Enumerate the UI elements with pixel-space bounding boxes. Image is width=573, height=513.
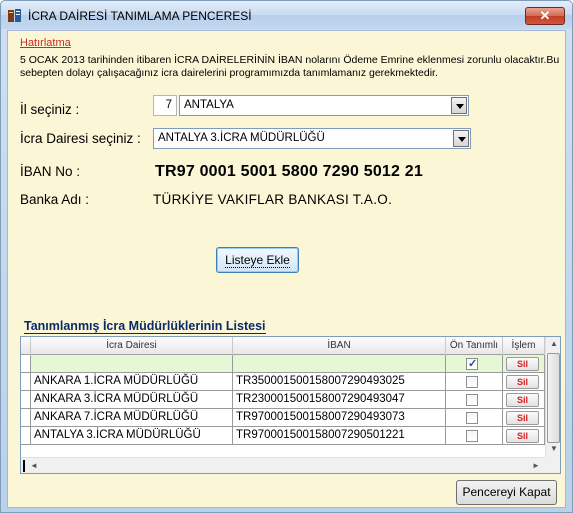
cell-default [446,427,503,445]
col-header-default[interactable]: Ön Tanımlı [446,337,503,355]
cell-office[interactable]: ANTALYA 3.İCRA MÜDÜRLÜĞÜ [31,427,233,445]
reminder-label: Hatırlatma [20,37,71,49]
row-indicator [21,355,31,373]
cell-action: Sil [503,409,545,427]
col-header-office[interactable]: İcra Dairesi [31,337,233,355]
cell-default [446,391,503,409]
title-bar: İCRA DAİRESİ TANIMLAMA PENCERESİ ✕ [1,1,572,29]
default-checkbox[interactable] [466,412,478,424]
cell-default [446,409,503,427]
cell-office[interactable] [31,355,233,373]
chevron-down-icon[interactable] [451,97,467,114]
reminder-text: 5 OCAK 2013 tarihinden itibaren İCRA DAİ… [20,54,560,79]
row-indicator [21,427,31,445]
close-icon[interactable]: ✕ [525,7,565,25]
delete-button[interactable]: Sil [506,357,539,371]
grid-header: İcra Dairesi İBAN Ön Tanımlı İşlem [21,337,545,355]
scrollbar-corner [545,457,560,473]
cell-office[interactable]: ANKARA 1.İCRA MÜDÜRLÜĞÜ [31,373,233,391]
row-indicator [21,409,31,427]
table-row[interactable]: ANKARA 1.İCRA MÜDÜRLÜĞÜ TR35000150015800… [21,373,545,391]
cell-office[interactable]: ANKARA 7.İCRA MÜDÜRLÜĞÜ [31,409,233,427]
delete-button[interactable]: Sil [506,429,539,443]
header-indicator [21,337,31,355]
col-header-action[interactable]: İşlem [503,337,545,355]
bank-value: TÜRKİYE VAKIFLAR BANKASI T.A.O. [153,192,393,207]
col-header-iban[interactable]: İBAN [233,337,446,355]
city-code-field[interactable]: 7 [153,95,177,116]
vertical-scroll-thumb[interactable] [547,353,560,443]
vertical-scrollbar[interactable]: ▲ ▼ [545,337,560,457]
city-select[interactable]: ANTALYA [179,95,469,116]
list-title: Tanımlanmış İcra Müdürlüklerinin Listesi [24,319,266,334]
app-icon [8,9,21,22]
cell-default [446,373,503,391]
cell-iban[interactable]: TR970001500158007290493073 [233,409,446,427]
cell-action: Sil [503,355,545,373]
default-checkbox[interactable] [466,430,478,442]
office-list-grid: İcra Dairesi İBAN Ön Tanımlı İşlem Sil A… [20,336,561,474]
cell-default [446,355,503,373]
default-checkbox[interactable] [466,376,478,388]
delete-button[interactable]: Sil [506,411,539,425]
cell-action: Sil [503,373,545,391]
default-checkbox[interactable] [466,394,478,406]
table-row-new[interactable]: Sil [21,355,545,373]
window-title: İCRA DAİRESİ TANIMLAMA PENCERESİ [28,9,252,23]
cell-action: Sil [503,391,545,409]
chevron-down-icon[interactable] [453,130,469,147]
city-select-value: ANTALYA [184,99,234,111]
cell-iban[interactable] [233,355,446,373]
scroll-left-icon[interactable]: ◄ [30,461,38,470]
table-row[interactable]: ANKARA 7.İCRA MÜDÜRLÜĞÜ TR97000150015800… [21,409,545,427]
cell-iban[interactable]: TR350001500158007290493025 [233,373,446,391]
table-row[interactable]: ANTALYA 3.İCRA MÜDÜRLÜĞÜ TR9700015001580… [21,427,545,445]
row-indicator [21,391,31,409]
delete-button[interactable]: Sil [506,393,539,407]
delete-button[interactable]: Sil [506,375,539,389]
main-panel: Hatırlatma 5 OCAK 2013 tarihinden itibar… [7,30,566,508]
cell-iban[interactable]: TR970001500158007290501221 [233,427,446,445]
cell-office[interactable]: ANKARA 3.İCRA MÜDÜRLÜĞÜ [31,391,233,409]
add-to-list-button[interactable]: Listeye Ekle [216,247,299,273]
bank-label: Banka Adı : [20,192,90,207]
horizontal-scrollbar[interactable]: ◄ ► [21,457,545,473]
scroll-down-icon[interactable]: ▼ [550,444,558,453]
office-label: İcra Dairesi seçiniz : [20,131,141,146]
text-cursor-icon [23,460,25,472]
row-indicator [21,373,31,391]
office-select-value: ANTALYA 3.İCRA MÜDÜRLÜĞÜ [158,132,325,144]
scroll-right-icon[interactable]: ► [532,461,540,470]
cell-iban[interactable]: TR230001500158007290493047 [233,391,446,409]
icra-dairesi-window: İCRA DAİRESİ TANIMLAMA PENCERESİ ✕ Hatır… [0,0,573,513]
scroll-up-icon[interactable]: ▲ [550,339,558,348]
iban-label: İBAN No : [20,164,81,179]
iban-value: TR97 0001 5001 5800 7290 5012 21 [155,163,423,180]
table-row[interactable]: ANKARA 3.İCRA MÜDÜRLÜĞÜ TR23000150015800… [21,391,545,409]
office-select[interactable]: ANTALYA 3.İCRA MÜDÜRLÜĞÜ [153,128,471,149]
default-checkbox[interactable] [466,356,478,372]
cell-action: Sil [503,427,545,445]
close-window-button[interactable]: Pencereyi Kapat [456,480,557,505]
add-to-list-label: Listeye Ekle [225,253,290,268]
city-label: İl seçiniz : [20,102,80,117]
